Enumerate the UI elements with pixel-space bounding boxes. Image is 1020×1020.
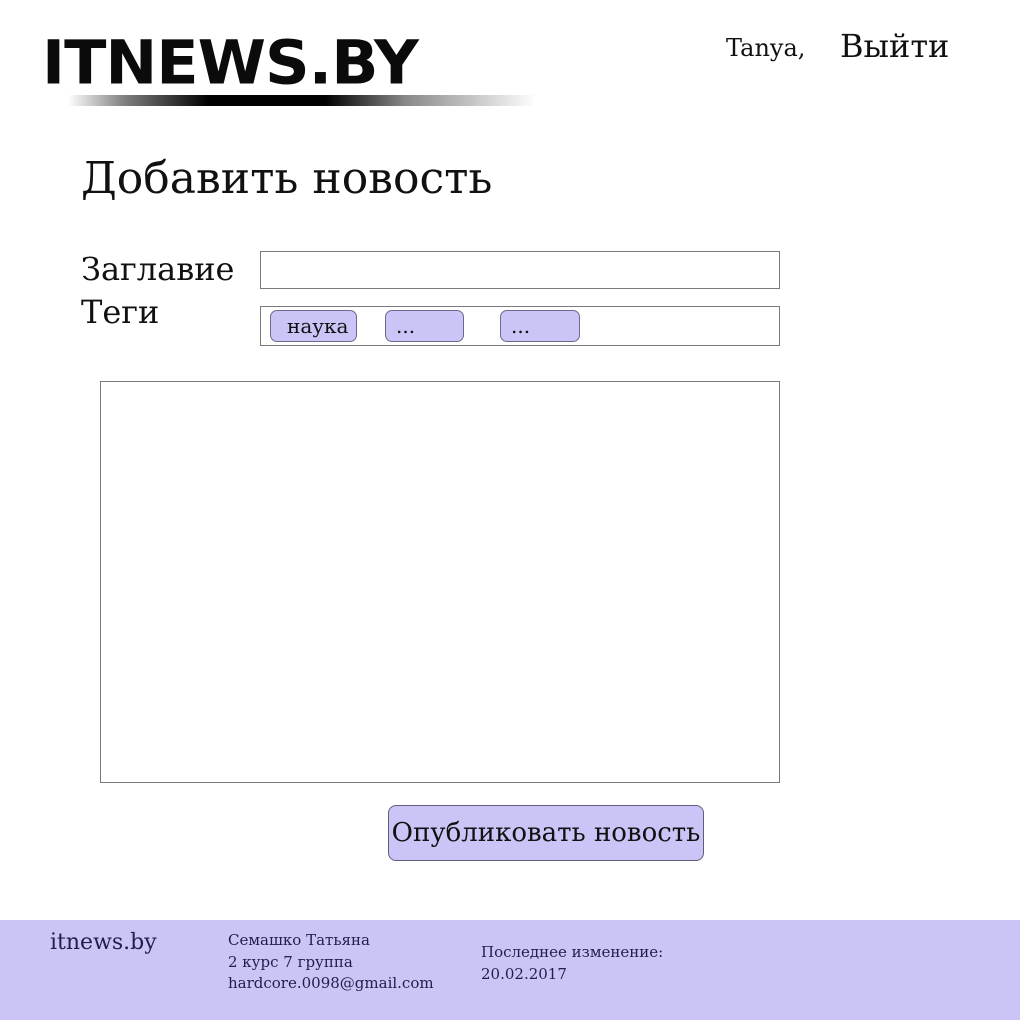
author-group: 2 курс 7 группа bbox=[228, 952, 353, 971]
logout-link[interactable]: Выйти bbox=[840, 27, 949, 65]
publish-news-button[interactable]: Опубликовать новость bbox=[388, 805, 704, 861]
tag-chip-science[interactable]: наука bbox=[270, 310, 357, 342]
logo-text: ITNEWS.BY bbox=[42, 26, 419, 99]
site-logo[interactable]: ITNEWS.BY bbox=[40, 28, 540, 110]
page-title: Добавить новость bbox=[81, 153, 493, 204]
title-input[interactable] bbox=[260, 251, 780, 289]
author-name: Семашко Татьяна bbox=[228, 931, 370, 949]
tag-chip-placeholder[interactable]: ... bbox=[500, 310, 580, 342]
last-modified-date: 20.02.2017 bbox=[481, 965, 567, 983]
tags-input[interactable]: наука ... ... bbox=[260, 306, 780, 346]
site-footer: itnews.by Семашко Татьяна 2 курс 7 групп… bbox=[0, 920, 1020, 1020]
footer-site-link[interactable]: itnews.by bbox=[50, 930, 157, 955]
logo-underline bbox=[68, 95, 536, 106]
news-content-textarea[interactable] bbox=[100, 381, 780, 783]
last-modified-label: Последнее изменение: bbox=[481, 943, 664, 961]
user-name: Tanya, bbox=[726, 34, 806, 62]
tags-label: Теги bbox=[81, 293, 160, 331]
author-email: hardcore.0098@gmail.com bbox=[228, 974, 434, 992]
tag-chip-placeholder[interactable]: ... bbox=[385, 310, 464, 342]
footer-last-modified: Последнее изменение: 20.02.2017 bbox=[481, 941, 663, 985]
footer-author-info: Семашко Татьяна 2 курс 7 группа hardcore… bbox=[228, 930, 434, 995]
title-label: Заглавие bbox=[81, 250, 235, 288]
